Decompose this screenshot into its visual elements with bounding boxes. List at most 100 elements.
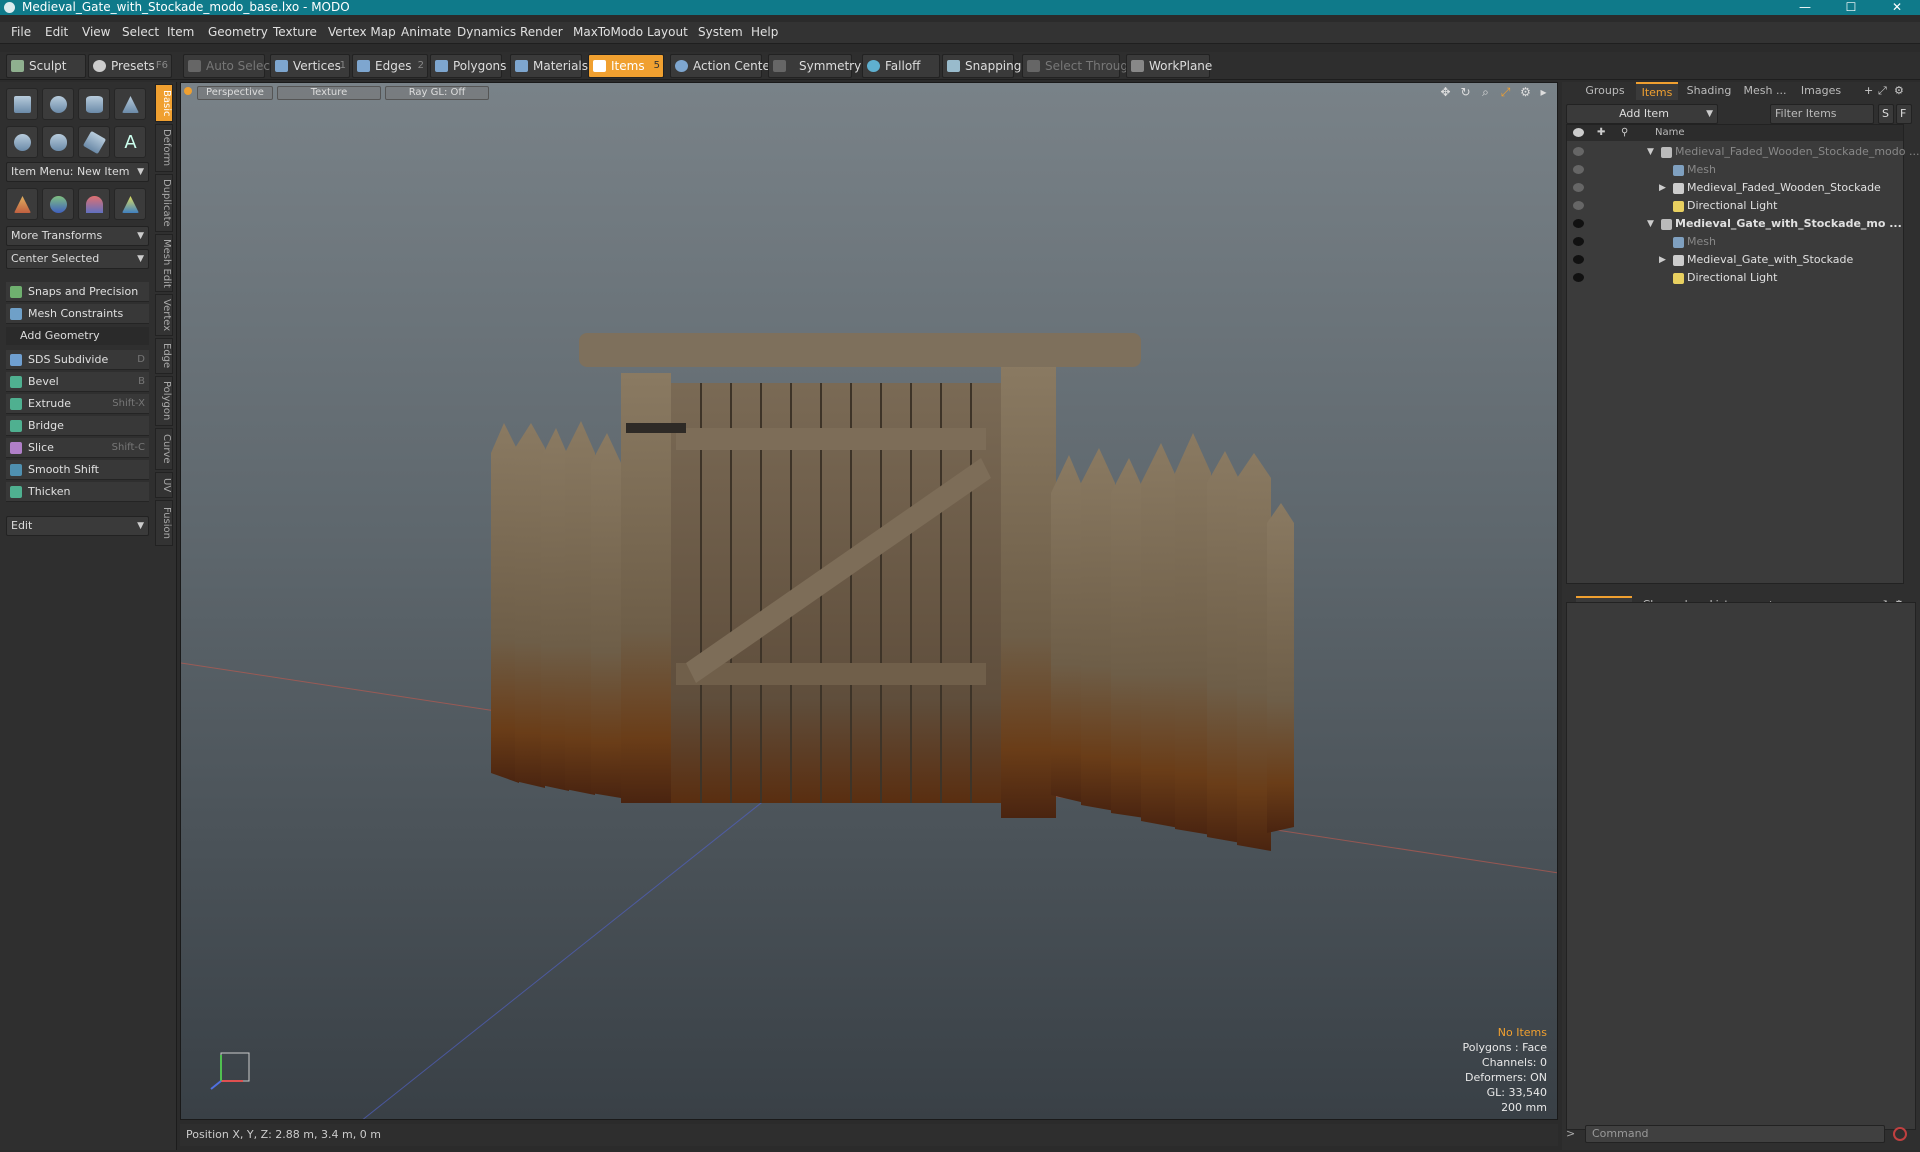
tab-polygon[interactable]: Polygon xyxy=(155,376,173,426)
visibility-eye-icon[interactable] xyxy=(1573,237,1584,246)
menu-texture[interactable]: Texture xyxy=(273,25,317,39)
item-menu-dropdown[interactable]: Item Menu: New Item ▼ xyxy=(6,162,149,182)
record-icon[interactable] xyxy=(1893,1127,1907,1141)
sculpt-button[interactable]: Sculpt xyxy=(6,54,86,78)
tree-row[interactable]: ▶ Medieval_Gate_with_Stockade xyxy=(1567,251,1903,269)
tree-row[interactable]: Mesh xyxy=(1567,161,1903,179)
viewport-menu-icon[interactable] xyxy=(184,87,192,95)
more-transforms-dropdown[interactable]: More Transforms ▼ xyxy=(6,226,149,246)
filter-items-input[interactable]: Filter Items xyxy=(1770,104,1874,124)
3d-viewport[interactable]: Perspective Texture Ray GL: Off ✥ ↻ ⌕ ⤢ … xyxy=(180,82,1558,1120)
menu-animate[interactable]: Animate xyxy=(401,25,451,39)
add-geometry-section[interactable]: Add Geometry xyxy=(6,327,149,345)
torus-icon[interactable] xyxy=(6,126,38,158)
center-selected-dropdown[interactable]: Center Selected ▼ xyxy=(6,249,149,269)
transform-tool-icon[interactable] xyxy=(114,188,146,220)
tree-row[interactable]: Mesh xyxy=(1567,233,1903,251)
name-column-header[interactable]: Name xyxy=(1655,125,1685,141)
tab-fusion[interactable]: Fusion xyxy=(155,500,173,546)
add-tab-icon[interactable]: + xyxy=(1864,84,1873,97)
tab-curve[interactable]: Curve xyxy=(155,428,173,470)
tab-uv[interactable]: UV xyxy=(155,472,173,498)
visibility-eye-icon[interactable] xyxy=(1573,201,1584,210)
tab-mesh-edit[interactable]: Mesh Edit xyxy=(155,234,173,292)
tree-row[interactable]: ▶ Medieval_Faded_Wooden_Stockade xyxy=(1567,179,1903,197)
smooth-shift-button[interactable]: Smooth Shift xyxy=(6,460,149,480)
tab-shading[interactable]: Shading xyxy=(1684,82,1734,100)
polygons-button[interactable]: Polygons xyxy=(430,54,506,78)
menu-system[interactable]: System xyxy=(698,25,743,39)
menu-render[interactable]: Render xyxy=(520,25,563,39)
perspective-tab[interactable]: Perspective xyxy=(197,86,273,100)
cylinder-icon[interactable] xyxy=(78,88,110,120)
menu-item[interactable]: Item xyxy=(167,25,194,39)
tab-edge[interactable]: Edge xyxy=(155,338,173,374)
tree-row[interactable]: ▼ Medieval_Gate_with_Stockade_mo ... xyxy=(1567,215,1903,233)
menu-view[interactable]: View xyxy=(82,25,110,39)
edit-dropdown[interactable]: Edit ▼ xyxy=(6,516,149,536)
gear-icon[interactable]: ⚙ xyxy=(1894,84,1904,97)
chevron-down-icon[interactable]: ▼ xyxy=(1647,143,1654,161)
sds-subdivide-button[interactable]: SDS Subdivide D xyxy=(6,350,149,370)
expand-icon[interactable]: ⤢ xyxy=(1878,84,1887,98)
workplane-button[interactable]: WorkPlane xyxy=(1126,54,1212,78)
tree-row[interactable]: Directional Light xyxy=(1567,269,1903,287)
bevel-button[interactable]: Bevel B xyxy=(6,372,149,392)
presets-button[interactable]: Presets F6 xyxy=(88,54,172,78)
filter-f-button[interactable]: F xyxy=(1896,104,1912,124)
visibility-eye-icon[interactable] xyxy=(1573,165,1584,174)
move-tool-icon[interactable] xyxy=(6,188,38,220)
visibility-eye-icon[interactable] xyxy=(1573,273,1584,282)
menu-file[interactable]: File xyxy=(11,25,31,39)
expand-arrow-icon[interactable]: ▸ xyxy=(1537,86,1550,99)
visibility-eye-icon[interactable] xyxy=(1573,219,1584,228)
text-icon[interactable]: A xyxy=(114,126,146,158)
rotate-tool-icon[interactable] xyxy=(42,188,74,220)
tab-images[interactable]: Images xyxy=(1796,82,1846,100)
tree-row[interactable]: ▼ Medieval_Faded_Wooden_Stockade_modo ... xyxy=(1567,143,1919,161)
select-through-button[interactable]: Select Through xyxy=(1022,54,1136,78)
thicken-button[interactable]: Thicken xyxy=(6,482,149,502)
extrude-button[interactable]: Extrude Shift-X xyxy=(6,394,149,414)
tab-deform[interactable]: Deform xyxy=(155,124,173,172)
tree-row[interactable]: Directional Light xyxy=(1567,197,1903,215)
tab-groups[interactable]: Groups xyxy=(1582,82,1628,100)
capsule-icon[interactable] xyxy=(42,126,74,158)
sphere-icon[interactable] xyxy=(42,88,74,120)
chevron-right-icon[interactable]: ▶ xyxy=(1659,179,1666,197)
mesh-constraints-button[interactable]: Mesh Constraints xyxy=(6,304,149,324)
tab-duplicate[interactable]: Duplicate xyxy=(155,174,173,232)
snaps-precision-button[interactable]: Snaps and Precision xyxy=(6,282,149,302)
slice-button[interactable]: Slice Shift-C xyxy=(6,438,149,458)
menu-layout[interactable]: Layout xyxy=(647,25,688,39)
pen-icon[interactable] xyxy=(78,126,110,158)
pan-icon[interactable]: ✥ xyxy=(1439,86,1452,99)
menu-geometry[interactable]: Geometry xyxy=(208,25,268,39)
visibility-eye-icon[interactable] xyxy=(1573,255,1584,264)
menu-maxtomodo[interactable]: MaxToModo xyxy=(573,25,643,39)
raygl-tab[interactable]: Ray GL: Off xyxy=(385,86,489,100)
visibility-eye-icon[interactable] xyxy=(1573,147,1584,156)
vertices-button[interactable]: Vertices 1 xyxy=(270,54,350,78)
scale-tool-icon[interactable] xyxy=(78,188,110,220)
visibility-eye-icon[interactable] xyxy=(1573,183,1584,192)
add-item-dropdown[interactable]: Add Item ▼ xyxy=(1566,104,1718,124)
texture-tab[interactable]: Texture xyxy=(277,86,381,100)
minimize-button[interactable]: — xyxy=(1782,0,1828,15)
menu-select[interactable]: Select xyxy=(122,25,159,39)
zoom-icon[interactable]: ⌕ xyxy=(1479,86,1492,99)
filter-s-button[interactable]: S xyxy=(1878,104,1894,124)
tab-items[interactable]: Items xyxy=(1636,82,1678,100)
maximize-button[interactable]: ☐ xyxy=(1828,0,1874,15)
auto-select-button[interactable]: Auto Select xyxy=(183,54,275,78)
falloff-button[interactable]: Falloff xyxy=(862,54,940,78)
gear-icon[interactable]: ⚙ xyxy=(1519,86,1532,99)
edges-button[interactable]: Edges 2 xyxy=(352,54,428,78)
fit-icon[interactable]: ⤢ xyxy=(1499,86,1512,99)
cone-icon[interactable] xyxy=(114,88,146,120)
tab-basic[interactable]: Basic xyxy=(155,84,173,122)
snapping-button[interactable]: Snapping xyxy=(942,54,1021,78)
close-button[interactable]: ✕ xyxy=(1874,0,1920,15)
menu-help[interactable]: Help xyxy=(751,25,778,39)
menu-edit[interactable]: Edit xyxy=(45,25,68,39)
